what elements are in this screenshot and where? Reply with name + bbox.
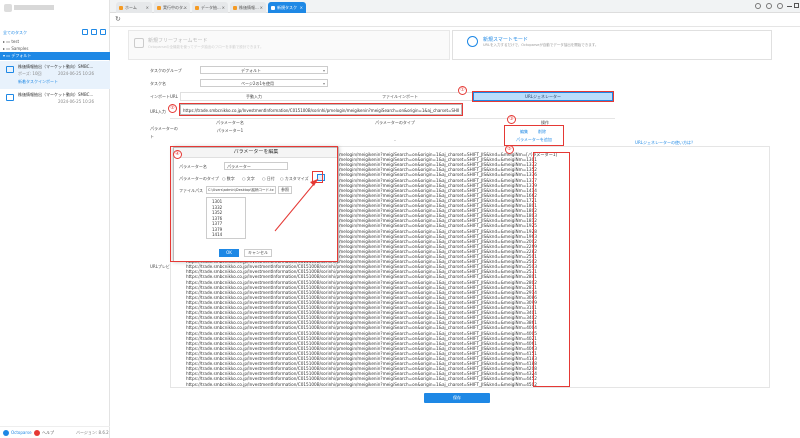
close-icon[interactable]: × — [222, 2, 225, 13]
tab-manual-input[interactable]: 手動入力 — [181, 93, 327, 101]
all-tasks-title: 全てのタスク — [3, 30, 27, 35]
close-icon[interactable]: × — [300, 2, 303, 13]
task-title: 株価情報抽出（マーケット動向）SMBC... — [18, 92, 94, 97]
classic-mode-desc: Octoparseの全機能を使ってデータ抽出のフローを手動で設計できます。 — [148, 45, 264, 49]
smart-mode-desc: URLを入力するだけで、Octoparseが自動でデータ抽出を開始できます。 — [483, 43, 599, 47]
import-url-label: インポートURL — [150, 94, 178, 99]
import-mode-tabs: 手動入力 ファイルインポート — [180, 92, 473, 101]
task-date: 2024-06-25 10:26 — [58, 99, 95, 104]
settings-icon[interactable] — [777, 3, 783, 9]
footer-help[interactable]: ヘルプ — [42, 430, 54, 436]
classic-mode-card[interactable]: 新規フリーフォームモード Octoparseの全機能を使ってデータ抽出のフローを… — [128, 30, 450, 60]
folder-test[interactable]: ▸ ▭ test — [3, 39, 19, 44]
annotation-box-5 — [533, 152, 570, 387]
footer-octoparse[interactable]: Octoparse — [11, 430, 32, 435]
help-icon — [34, 430, 40, 436]
tab-file-import[interactable]: ファイルインポート — [327, 93, 473, 101]
close-icon[interactable]: × — [260, 2, 263, 13]
data-icon — [195, 6, 199, 10]
classic-mode-icon — [134, 38, 144, 48]
group-label: タスクのグループ — [150, 68, 182, 73]
smart-mode-icon — [467, 36, 478, 47]
annotation-arrow — [274, 178, 319, 232]
close-icon[interactable]: × — [146, 2, 149, 13]
classic-mode-title: 新規フリーフォームモード — [148, 38, 208, 44]
param-label-2: ト — [150, 134, 154, 139]
task-date: 2024-06-25 10:26 — [58, 71, 95, 76]
chevron-down-icon: ▾ — [322, 68, 325, 73]
save-button[interactable]: 保存 — [424, 393, 490, 403]
annotation-4: ④ — [173, 150, 182, 159]
col-param-name: パラメーター名 — [216, 120, 244, 125]
task-name-label: タスク名 — [150, 81, 166, 86]
annotation-5: ⑤ — [505, 145, 514, 154]
tab-data[interactable]: データ抽... × — [192, 2, 228, 13]
help-icon[interactable] — [766, 3, 772, 9]
folder-default-row[interactable]: ▾ ▭ デフォルト — [0, 52, 110, 60]
annotation-box-1 — [472, 91, 614, 102]
task-icon — [271, 6, 275, 10]
add-icon[interactable] — [91, 29, 97, 35]
smart-mode-title: 新規スマートモード — [483, 37, 528, 43]
url-input-label: URL入力 — [150, 109, 166, 114]
param-label: パラメーターの — [150, 126, 178, 131]
group-select[interactable]: デフォルト ▾ — [200, 66, 328, 74]
param-type-cell: - — [394, 138, 396, 143]
notification-icon[interactable] — [755, 3, 761, 9]
sidebar: 全てのタスク ▸ ▭ test ▸ ▭ Samples ▾ ▭ デフォルト 株価… — [0, 0, 110, 438]
home-icon — [119, 6, 123, 10]
tab-home[interactable]: ホーム × — [116, 2, 152, 13]
annotation-3: ③ — [507, 115, 516, 124]
annotation-2: ② — [168, 104, 177, 113]
tab-running[interactable]: 実行中のタ... × — [154, 2, 190, 13]
task-icon — [233, 6, 237, 10]
folder-samples[interactable]: ▸ ▭ Samples — [3, 46, 28, 51]
task-title: 株価情報抽出（マーケット動向）SMBC... — [18, 64, 94, 69]
sort-icon[interactable] — [100, 29, 106, 35]
annotation-box-2 — [179, 103, 463, 116]
sidebar-footer: Octoparse ヘルプ バージョン: 8.6.2 — [0, 426, 110, 438]
address-bar: ↻ — [110, 13, 800, 27]
octoparse-logo-icon — [3, 430, 9, 436]
close-icon[interactable]: × — [184, 2, 187, 13]
version-label: バージョン: 8.6.2 — [76, 430, 109, 435]
refresh-icon[interactable]: ↻ — [115, 15, 121, 23]
new-folder-icon[interactable] — [82, 29, 88, 35]
maximize-icon[interactable] — [794, 3, 799, 8]
url-preview-line: https://trade.smbcnikko.co.jp/Investment… — [186, 387, 537, 388]
task-icon — [6, 94, 14, 101]
param-name-cell: パラメーター1 — [216, 128, 244, 133]
tab-stock[interactable]: 株価情報... × — [230, 2, 266, 13]
user-name-redacted — [14, 5, 54, 10]
task-icon — [6, 66, 14, 73]
col-param-type: パラメーターのタイプ — [375, 120, 415, 125]
annotation-box-3 — [504, 125, 564, 146]
smart-mode-card[interactable]: 新規スマートモード URLを入力するだけで、Octoparseが自動でデータ抽出… — [452, 30, 772, 60]
task-link[interactable]: 新着タスクインポート — [18, 79, 58, 85]
avatar[interactable] — [4, 4, 12, 12]
chevron-down-icon: ▾ — [322, 81, 325, 86]
task-item-1[interactable]: 株価情報抽出（マーケット動向）SMBC... ポーズ: 10回 2024-06-… — [0, 61, 110, 89]
tab-bar: ホーム × 実行中のタ... × データ抽... × 株価情報... × 新規タスク × — [110, 0, 800, 13]
help-link[interactable]: URLジェネレーターの使い方は？ — [620, 139, 710, 146]
task-sub: ポーズ: 10回 — [18, 71, 42, 76]
template-select[interactable]: ページ2の1を使用 ▾ — [200, 79, 328, 87]
annotation-1: ① — [458, 86, 467, 95]
task-icon — [157, 6, 161, 10]
tab-new-task[interactable]: 新規タスク × — [268, 2, 306, 13]
minimize-icon[interactable] — [787, 6, 792, 7]
task-item-2[interactable]: 株価情報抽出（マーケット動向）SMBC... 2024-06-25 10:26 — [0, 90, 110, 108]
